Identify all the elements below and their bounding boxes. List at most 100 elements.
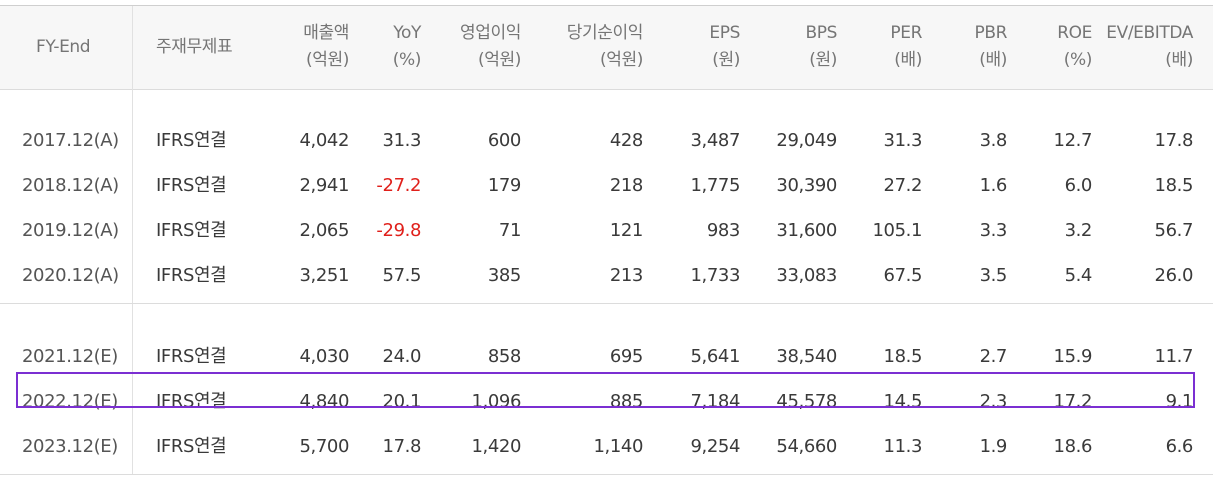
bps-cell: 54,660 xyxy=(776,436,837,457)
bps-cell: 30,390 xyxy=(776,175,837,196)
revenue-cell: 3,251 xyxy=(299,265,349,286)
operating-profit-cell: 1,420 xyxy=(471,436,521,457)
header-label: 당기순이익 xyxy=(566,23,644,43)
header-unit: (%) xyxy=(392,50,422,70)
header-unit: (억원) xyxy=(600,50,643,70)
header-roe: ROE (%) xyxy=(1057,20,1092,74)
header-label: 매출액 xyxy=(303,23,349,43)
actual-estimate-separator xyxy=(0,303,1213,304)
header-net-income: 당기순이익 (억원) xyxy=(566,20,644,74)
pbr-cell: 1.9 xyxy=(979,436,1008,457)
header-yoy: YoY (%) xyxy=(392,20,422,74)
header-bps: BPS (원) xyxy=(805,20,837,74)
ev-ebitda-cell: 6.6 xyxy=(1165,436,1194,457)
net-income-cell: 695 xyxy=(609,346,644,367)
header-label: 영업이익 xyxy=(460,23,521,43)
header-label: PER xyxy=(890,23,922,43)
yoy-cell: -27.2 xyxy=(376,175,421,196)
header-pbr: PBR (배) xyxy=(974,20,1007,74)
ev-ebitda-cell: 26.0 xyxy=(1154,265,1194,286)
roe-cell: 18.6 xyxy=(1053,436,1093,457)
bps-cell: 31,600 xyxy=(776,220,837,241)
header-label: ROE xyxy=(1057,23,1092,43)
header-fy-end: FY-End xyxy=(36,34,91,61)
yoy-cell: 24.0 xyxy=(382,346,422,367)
table-row: 2017.12(A) IFRS연결 4,042 31.3 600 428 3,487 29,0… xyxy=(0,120,1213,160)
table-row: 2018.12(A) IFRS연결 2,941 -27.2 179 218 1,775 30,… xyxy=(0,165,1213,205)
header-label: YoY xyxy=(393,23,421,43)
operating-profit-cell: 385 xyxy=(487,265,522,286)
header-label: EPS xyxy=(709,23,740,43)
roe-cell: 6.0 xyxy=(1064,175,1093,196)
statement-type-cell: IFRS연결 xyxy=(156,265,227,286)
table-row: 2023.12(E) IFRS연결 5,700 17.8 1,420 1,140 9,254… xyxy=(0,426,1213,466)
net-income-cell: 121 xyxy=(609,220,644,241)
operating-profit-cell: 71 xyxy=(498,220,522,241)
net-income-cell: 428 xyxy=(609,130,644,151)
table-row: 2019.12(A) IFRS연결 2,065 -29.8 71 121 983 31,600… xyxy=(0,210,1213,250)
table-row: 2020.12(A) IFRS연결 3,251 57.5 385 213 1,733 33,0… xyxy=(0,255,1213,295)
eps-cell: 9,254 xyxy=(690,436,740,457)
roe-cell: 5.4 xyxy=(1064,265,1093,286)
header-label: BPS xyxy=(805,23,837,43)
per-cell: 105.1 xyxy=(872,220,922,241)
header-revenue: 매출액 (억원) xyxy=(303,20,349,74)
operating-profit-cell: 858 xyxy=(487,346,522,367)
header-unit: (억원) xyxy=(478,50,521,70)
header-statement-type: 주재무제표 xyxy=(156,34,233,61)
header-unit: (억원) xyxy=(306,50,349,70)
table-row: 2021.12(E) IFRS연결 4,030 24.0 858 695 5,641 38,5… xyxy=(0,336,1213,376)
fy-end-cell: 2019.12(A) xyxy=(22,220,119,241)
net-income-cell: 213 xyxy=(609,265,644,286)
ev-ebitda-cell: 11.7 xyxy=(1154,346,1194,367)
per-cell: 18.5 xyxy=(883,346,923,367)
operating-profit-cell: 179 xyxy=(487,175,522,196)
revenue-cell: 4,030 xyxy=(299,346,349,367)
bps-cell: 38,540 xyxy=(776,346,837,367)
roe-cell: 12.7 xyxy=(1053,130,1093,151)
ev-ebitda-cell: 17.8 xyxy=(1154,130,1194,151)
statement-type-cell: IFRS연결 xyxy=(156,130,227,151)
fy-end-cell: 2020.12(A) xyxy=(22,265,119,286)
header-label: PBR xyxy=(974,23,1007,43)
pbr-cell: 3.8 xyxy=(979,130,1008,151)
yoy-cell: 57.5 xyxy=(382,265,422,286)
header-unit: (원) xyxy=(712,50,740,70)
yoy-cell: 17.8 xyxy=(382,436,422,457)
header-fy-end-label: FY-End xyxy=(36,37,91,57)
statement-type-cell: IFRS연결 xyxy=(156,436,227,457)
header-per: PER (배) xyxy=(890,20,922,74)
eps-cell: 3,487 xyxy=(690,130,740,151)
revenue-cell: 2,065 xyxy=(299,220,349,241)
statement-type-cell: IFRS연결 xyxy=(156,220,227,241)
header-unit: (배) xyxy=(979,50,1007,70)
eps-cell: 5,641 xyxy=(690,346,740,367)
revenue-cell: 5,700 xyxy=(299,436,349,457)
statement-type-cell: IFRS연결 xyxy=(156,346,227,367)
fy-end-cell: 2017.12(A) xyxy=(22,130,119,151)
ev-ebitda-cell: 18.5 xyxy=(1154,175,1194,196)
bps-cell: 29,049 xyxy=(776,130,837,151)
per-cell: 31.3 xyxy=(883,130,923,151)
header-statement-type-label: 주재무제표 xyxy=(156,37,233,57)
ev-ebitda-cell: 56.7 xyxy=(1154,220,1194,241)
net-income-cell: 218 xyxy=(609,175,644,196)
fy-end-cell: 2023.12(E) xyxy=(22,436,118,457)
header-eps: EPS (원) xyxy=(709,20,740,74)
header-unit: (배) xyxy=(894,50,922,70)
operating-profit-cell: 600 xyxy=(487,130,522,151)
header-unit: (원) xyxy=(809,50,837,70)
header-operating-profit: 영업이익 (억원) xyxy=(460,20,521,74)
eps-cell: 1,775 xyxy=(690,175,740,196)
highlight-box xyxy=(16,372,1195,408)
header-unit: (배) xyxy=(1165,50,1193,70)
eps-cell: 983 xyxy=(706,220,741,241)
roe-cell: 3.2 xyxy=(1064,220,1093,241)
yoy-cell: -29.8 xyxy=(376,220,421,241)
eps-cell: 1,733 xyxy=(690,265,740,286)
bps-cell: 33,083 xyxy=(776,265,837,286)
pbr-cell: 2.7 xyxy=(979,346,1008,367)
net-income-cell: 1,140 xyxy=(593,436,643,457)
revenue-cell: 4,042 xyxy=(299,130,349,151)
yoy-cell: 31.3 xyxy=(382,130,422,151)
